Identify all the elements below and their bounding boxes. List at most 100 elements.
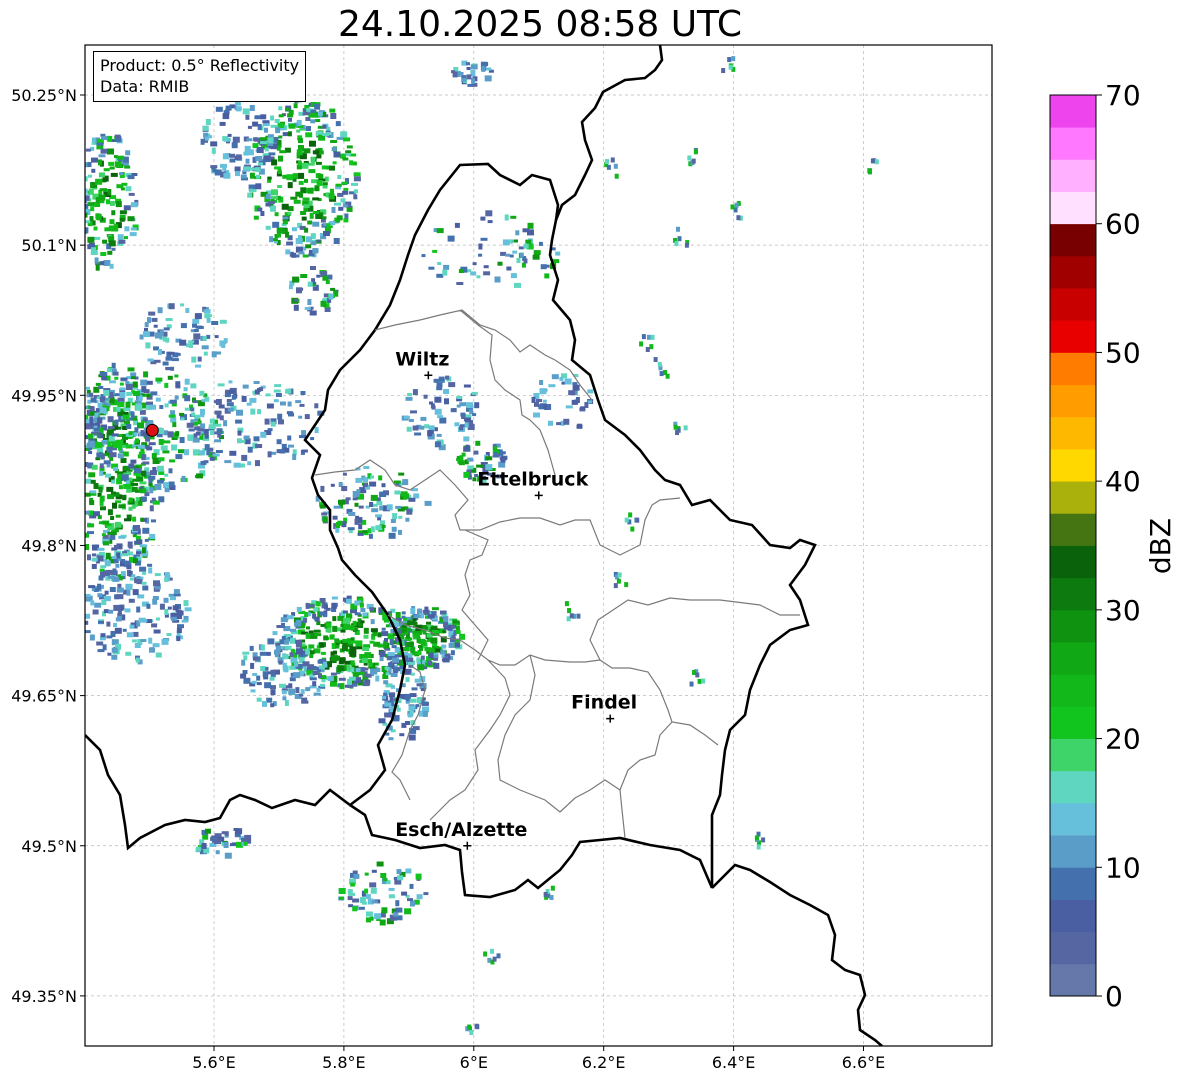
- echo-cell: [333, 650, 337, 655]
- echo-cell: [163, 597, 169, 603]
- echo-cell: [109, 166, 115, 170]
- echo-cell: [354, 518, 359, 525]
- echo-cell: [241, 395, 247, 402]
- echo-cell: [131, 482, 139, 486]
- echo-cell: [401, 611, 406, 615]
- echo-cell: [231, 142, 238, 149]
- echo-cell: [331, 602, 337, 609]
- echo-cell: [243, 655, 248, 661]
- echo-cell: [195, 364, 201, 368]
- echo-cell: [278, 155, 283, 162]
- echo-cell: [185, 308, 190, 313]
- echo-cell: [292, 454, 297, 460]
- echo-cell: [90, 600, 95, 606]
- echo-cell: [329, 634, 335, 640]
- echo-cell: [100, 261, 105, 266]
- echo-cell: [120, 187, 125, 191]
- echo-cell: [319, 209, 326, 213]
- echo-cell: [540, 264, 547, 270]
- echo-cell: [326, 223, 331, 229]
- echo-cell: [107, 189, 112, 195]
- echo-cell: [300, 274, 308, 278]
- colorbar-segment: [1050, 416, 1096, 450]
- echo-cell: [434, 408, 442, 415]
- echo-cell: [85, 593, 91, 597]
- echo-cell: [211, 147, 216, 154]
- echo-cell: [533, 412, 540, 418]
- echo-cell: [325, 622, 332, 628]
- echo-cell: [111, 479, 116, 484]
- echo-cell: [167, 351, 175, 355]
- echo-cell: [695, 672, 700, 678]
- echo-cell: [343, 187, 349, 191]
- echo-cell: [127, 216, 135, 222]
- colorbar-tick-label: 60: [1105, 208, 1141, 241]
- echo-cell: [99, 397, 105, 403]
- echo-cell: [234, 166, 241, 172]
- echo-cell: [111, 556, 117, 560]
- echo-cell: [145, 435, 151, 442]
- echo-cell: [124, 518, 131, 522]
- echo-cell: [112, 568, 117, 575]
- echo-cell: [192, 323, 197, 328]
- echo-cell: [269, 676, 275, 681]
- echo-cell: [443, 616, 449, 623]
- echo-cell: [628, 512, 633, 518]
- echo-cell: [115, 563, 120, 568]
- echo-cell: [653, 357, 658, 363]
- echo-cell: [276, 439, 282, 445]
- echo-cell: [107, 526, 115, 531]
- echo-cell: [369, 916, 374, 921]
- echo-cell: [255, 444, 263, 448]
- echo-cell: [340, 198, 346, 203]
- echo-cell: [403, 618, 407, 622]
- echo-cell: [366, 911, 373, 917]
- echo-cell: [316, 179, 323, 186]
- echo-cell: [362, 682, 370, 687]
- echo-cell: [360, 608, 366, 612]
- echo-cell: [219, 121, 226, 126]
- echo-cell: [97, 583, 101, 590]
- echo-cell: [128, 598, 135, 603]
- echo-cell: [395, 612, 401, 618]
- echo-cell: [440, 610, 446, 615]
- echo-cell: [277, 413, 283, 420]
- echo-cell: [76, 506, 81, 511]
- echo-cell: [436, 433, 442, 437]
- echo-cell: [476, 275, 481, 279]
- echo-cell: [410, 410, 417, 414]
- echo-cell: [470, 271, 477, 276]
- echo-cell: [210, 141, 218, 147]
- echo-cell: [433, 662, 440, 669]
- echo-cell: [424, 606, 429, 613]
- echo-cell: [392, 513, 398, 520]
- echo-cell: [116, 406, 121, 412]
- echo-cell: [94, 257, 99, 264]
- echo-cell: [390, 684, 395, 689]
- echo-cell: [343, 623, 351, 630]
- city-label: Wiltz: [395, 348, 449, 370]
- echo-cell: [314, 616, 320, 622]
- echo-cell: [98, 435, 104, 439]
- echo-cell: [99, 495, 105, 502]
- echo-cell: [92, 609, 99, 615]
- echo-cell: [691, 158, 696, 164]
- echo-cell: [287, 401, 292, 407]
- echo-cell: [307, 299, 312, 305]
- echo-cell: [176, 636, 181, 642]
- echo-cell: [484, 75, 492, 82]
- echo-cell: [572, 382, 578, 386]
- product-label: Product: 0.5° Reflectivity: [100, 56, 300, 75]
- echo-cell: [119, 392, 126, 398]
- echo-cell: [183, 600, 189, 607]
- echo-cell: [287, 435, 292, 441]
- echo-cell: [150, 391, 158, 396]
- echo-cell: [296, 287, 302, 294]
- echo-cell: [110, 491, 116, 495]
- echo-cell: [318, 173, 324, 179]
- colorbar-segment: [1050, 770, 1096, 804]
- echo-cell: [432, 630, 439, 633]
- echo-cell: [120, 571, 126, 577]
- echo-cell: [106, 486, 114, 492]
- echo-cell: [474, 402, 480, 409]
